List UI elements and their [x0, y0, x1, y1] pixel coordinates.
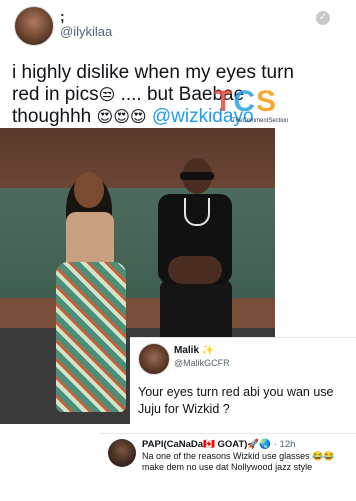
reply-tweet: PAPI(CaNaDa🇨🇦 GOAT)🚀🌏 · 12h Na one of th… [100, 433, 356, 501]
tweet-line-1: i highly dislike when my eyes turn [12, 62, 294, 83]
sparkle-icon: ✨ [201, 345, 215, 356]
user-handle[interactable]: @ilykilaa [60, 24, 112, 39]
tweet-text-part: thoughhh [12, 106, 97, 127]
reply-text: Your eyes turn red abi you wan use Juju … [138, 385, 334, 416]
watermark-logo: TCS [214, 85, 278, 118]
unamused-emoji: 😒 [98, 85, 116, 104]
avatar[interactable] [14, 6, 54, 46]
display-name[interactable]: PAPI(CaNaDa🇨🇦 GOAT)🚀🌏 · 12h [142, 439, 295, 450]
user-handle[interactable]: @MalikGCFR [174, 358, 230, 368]
woman-figure [52, 172, 128, 422]
tweet-text-part: red in pics [12, 84, 99, 105]
avatar[interactable] [108, 439, 136, 467]
avatar[interactable] [138, 343, 170, 375]
tweet-screenshot: ; ✓ @ilykilaa i highly dislike when my e… [0, 0, 356, 501]
heart-eyes-emoji: 😍😍😍 [96, 107, 147, 126]
reply-tweet: Malik ✨ @MalikGCFR Your eyes turn red ab… [130, 337, 356, 434]
watermark-text: TheCommentSection [232, 118, 289, 124]
display-name[interactable]: ; [60, 8, 65, 24]
check-icon: ✓ [316, 11, 330, 25]
reply-text: Na one of the reasons Wizkid use glasses… [142, 451, 335, 472]
display-name[interactable]: Malik ✨ [174, 345, 214, 356]
timestamp: · 12h [271, 439, 296, 450]
